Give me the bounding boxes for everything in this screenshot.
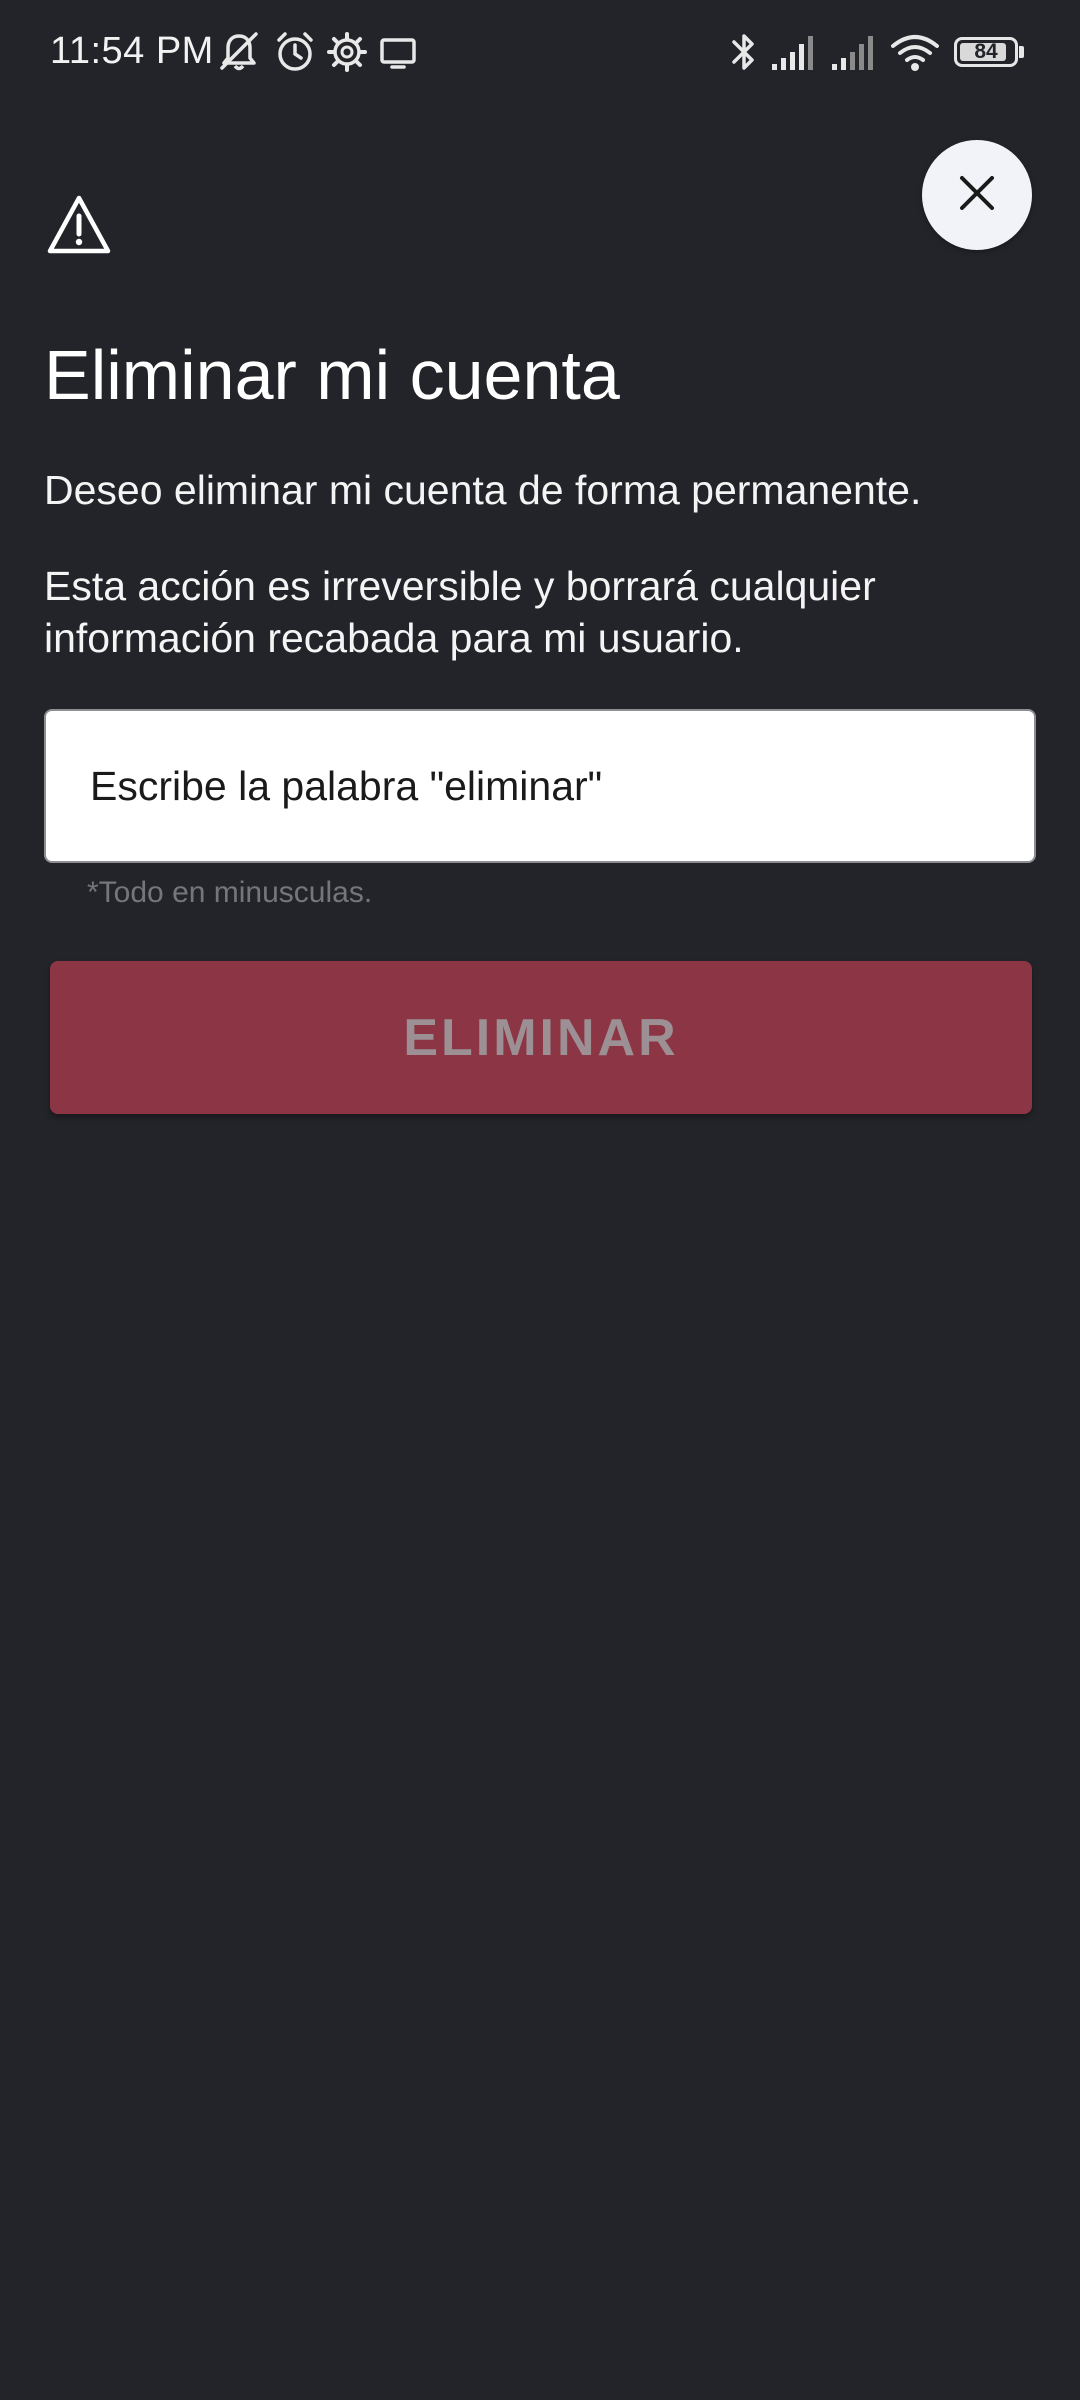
signal-icon: [770, 30, 822, 74]
warning-description-text: Esta acción es irreversible y borrará cu…: [44, 563, 876, 661]
alarm-icon: [274, 30, 316, 74]
description-text: Deseo eliminar mi cuenta de forma perman…: [44, 467, 922, 513]
wifi-icon: [890, 30, 940, 74]
delete-account-button[interactable]: ELIMINAR: [50, 961, 1032, 1114]
warning-icon: [46, 194, 112, 256]
signal-icon: [830, 30, 882, 74]
battery-tip: [1019, 46, 1024, 58]
bell-off-icon: [216, 30, 262, 74]
close-icon: [957, 173, 997, 218]
input-helper-text: *Todo en minusculas.: [87, 876, 373, 909]
close-button[interactable]: [922, 140, 1032, 250]
screen-cast-icon: [378, 30, 418, 74]
status-bar: 11:54 PM 84: [0, 0, 1080, 104]
bluetooth-icon: [728, 30, 760, 74]
battery-icon: 84: [954, 37, 1018, 67]
battery-level: 84: [974, 40, 998, 63]
status-time: 11:54 PM: [50, 30, 214, 72]
page-title: Eliminar mi cuenta: [44, 336, 620, 414]
settings-gear-icon: [326, 30, 368, 74]
confirm-word-input[interactable]: [44, 709, 1036, 863]
